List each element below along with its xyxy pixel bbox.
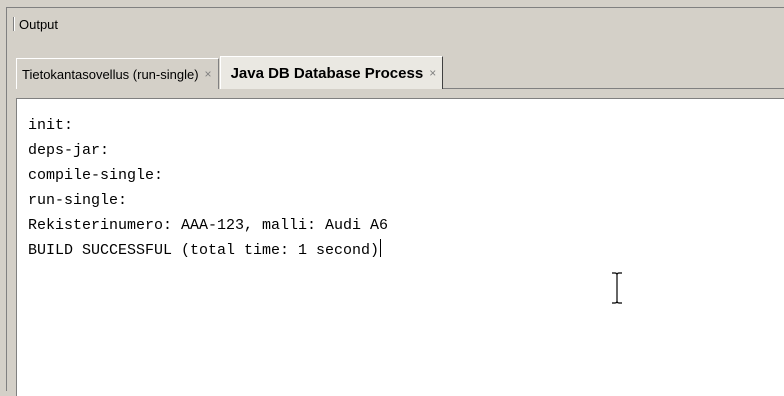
tab-label: Java DB Database Process [230,64,424,82]
text-caret [380,239,382,257]
tab-tietokantasovellus[interactable]: Tietokantasovellus (run-single) × [16,58,219,89]
output-line: deps-jar: [28,142,110,159]
output-line: compile-single: [28,167,164,184]
tab-strip: Tietokantasovellus (run-single) × Java D… [7,56,784,89]
output-line: BUILD SUCCESSFUL (total time: 1 second) [28,242,380,259]
output-line: init: [28,117,74,134]
ibeam-cursor-icon [612,272,622,304]
tab-label: Tietokantasovellus (run-single) [22,66,199,82]
close-icon[interactable]: × [205,67,212,81]
output-line: Rekisterinumero: AAA-123, malli: Audi A6 [28,217,389,234]
close-icon[interactable]: × [429,66,436,80]
grip-icon[interactable] [13,17,15,31]
output-line: run-single: [28,192,128,209]
output-text-area[interactable]: init: deps-jar: compile-single: run-sing… [16,98,784,396]
tab-java-db-database-process[interactable]: Java DB Database Process × [219,56,444,89]
panel-title: Output [19,16,59,32]
output-titlebar[interactable]: Output [7,8,784,40]
tab-strip-line [443,88,784,89]
output-line-last: BUILD SUCCESSFUL (total time: 1 second) [28,238,784,263]
output-window: Output Tietokantasovellus (run-single) ×… [6,7,784,396]
